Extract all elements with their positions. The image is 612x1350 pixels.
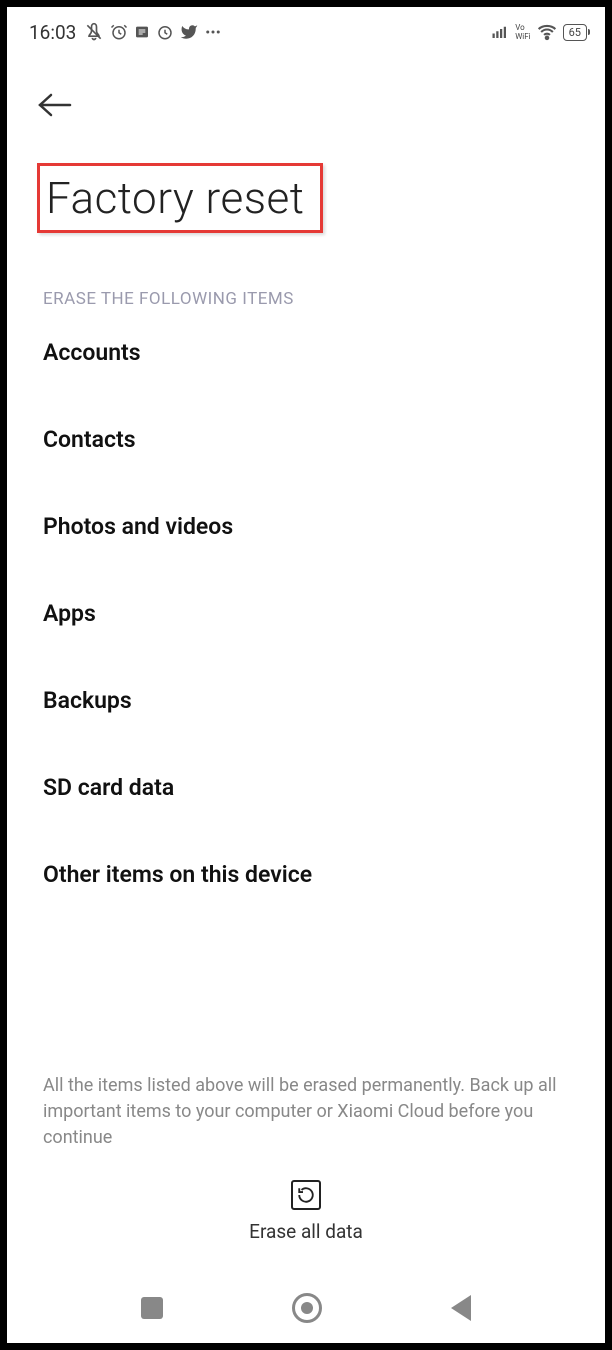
status-right: VoWiFi 65 — [491, 22, 587, 42]
reset-icon — [291, 1180, 321, 1210]
message-icon — [134, 24, 150, 40]
erase-label: Erase all data — [249, 1220, 363, 1243]
wifi-icon — [537, 22, 557, 42]
nav-back[interactable] — [451, 1295, 471, 1321]
nav-bar — [7, 1293, 605, 1323]
erase-list: Accounts Contacts Photos and videos Apps… — [7, 309, 605, 918]
clock-icon — [156, 23, 174, 41]
back-button[interactable] — [37, 85, 77, 125]
mute-icon — [84, 22, 104, 42]
list-item[interactable]: Accounts — [43, 309, 569, 396]
section-header: ERASE THE FOLLOWING ITEMS — [43, 289, 605, 309]
battery-icon: 65 — [563, 24, 587, 41]
list-item[interactable]: Apps — [43, 570, 569, 657]
list-item[interactable]: Other items on this device — [43, 831, 569, 918]
back-row — [7, 57, 605, 135]
twitter-icon — [180, 23, 198, 41]
status-left: 16:03 — [29, 21, 222, 44]
vowifi-icon: VoWiFi — [515, 23, 530, 41]
battery-level: 65 — [569, 26, 581, 39]
more-icon — [204, 23, 222, 41]
list-item[interactable]: Contacts — [43, 396, 569, 483]
title-highlight: Factory reset — [37, 163, 323, 233]
warning-text: All the items listed above will be erase… — [43, 1073, 569, 1151]
nav-recent[interactable] — [141, 1297, 163, 1319]
list-item[interactable]: SD card data — [43, 744, 569, 831]
page-title: Factory reset — [46, 172, 304, 224]
list-item[interactable]: Photos and videos — [43, 483, 569, 570]
alarm-icon — [110, 23, 128, 41]
list-item[interactable]: Backups — [43, 657, 569, 744]
nav-home[interactable] — [292, 1293, 322, 1323]
erase-button[interactable]: Erase all data — [7, 1180, 605, 1243]
signal-icon — [491, 23, 509, 41]
status-bar: 16:03 — [7, 7, 605, 57]
status-time: 16:03 — [29, 21, 76, 44]
